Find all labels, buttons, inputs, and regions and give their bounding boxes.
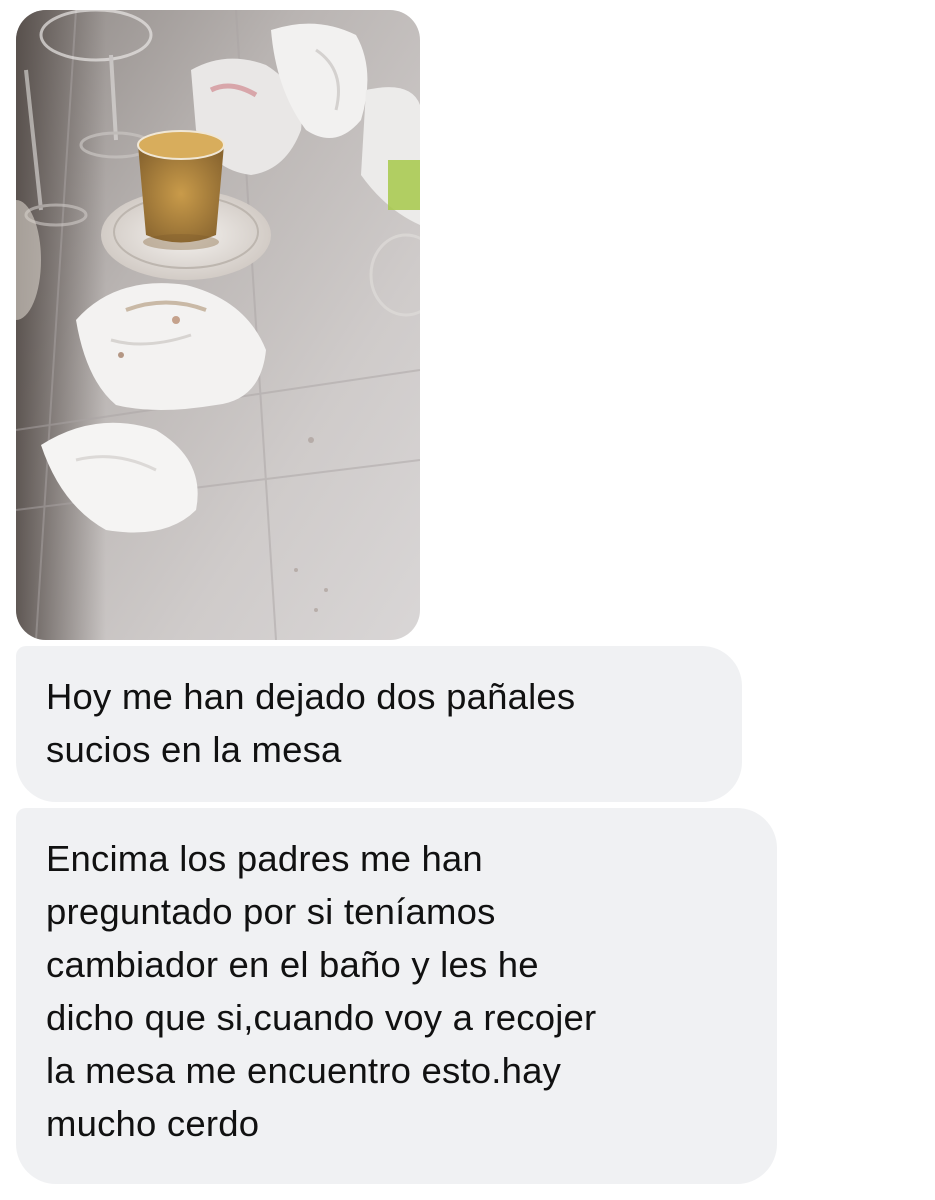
message-bubble[interactable]: Hoy me han dejado dos pañales sucios en … <box>16 646 742 802</box>
message-bubble[interactable]: Encima los padres me han preguntado por … <box>16 808 777 1184</box>
table-photo <box>16 10 420 640</box>
message-thread: Hoy me han dejado dos pañales sucios en … <box>0 0 935 1200</box>
photo-message[interactable] <box>16 10 420 640</box>
